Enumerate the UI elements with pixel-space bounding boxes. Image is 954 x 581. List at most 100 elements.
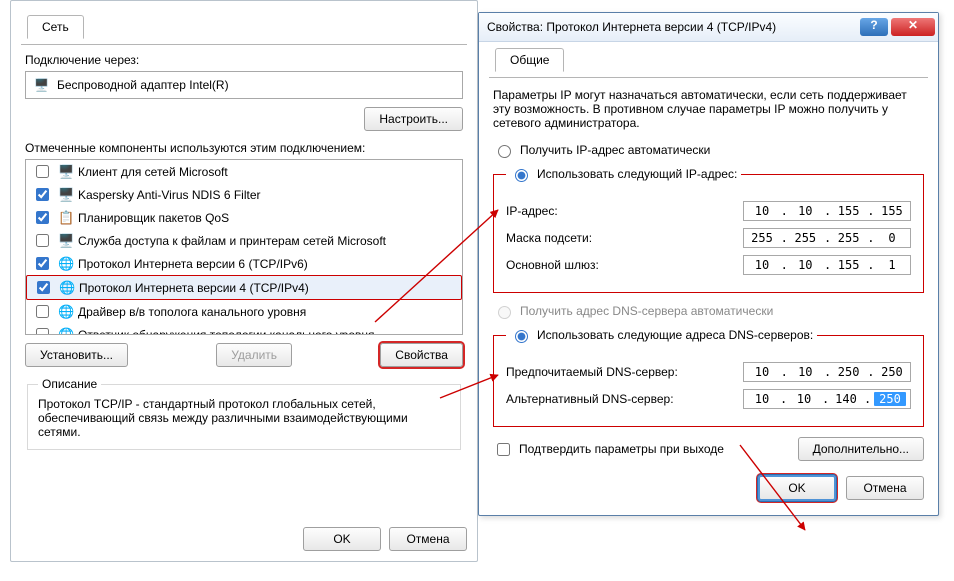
ip-oct[interactable]: 140 [832,392,860,406]
component-checkbox[interactable] [36,211,49,224]
ip-oct[interactable]: 255 [835,231,863,245]
install-button[interactable]: Установить... [25,343,128,367]
radio-auto-dns-label: Получить адрес DNS-сервера автоматически [520,304,773,318]
component-item[interactable]: 🌐 Драйвер в/в тополога канального уровня [26,300,462,323]
ipv4-footer: OK Отмена [493,475,924,501]
ip-oct[interactable]: 0 [878,231,906,245]
ip-input[interactable]: 10. 10. 155. 155 [743,201,911,221]
ip-oct[interactable]: 250 [835,365,863,379]
component-checkbox[interactable] [36,305,49,318]
properties-button[interactable]: Свойства [380,343,463,367]
advanced-button[interactable]: Дополнительно... [798,437,924,461]
dns2-input[interactable]: 10. 10. 140. 250 [743,389,911,409]
ip-oct[interactable]: 10 [791,204,819,218]
ip-oct[interactable]: 10 [748,365,776,379]
component-label: Протокол Интернета версии 6 (TCP/IPv6) [78,255,308,273]
client-icon: 🖥️ [58,232,72,250]
radio-manual-ip-input[interactable] [515,169,528,182]
component-checkbox[interactable] [36,165,49,178]
dns2-label: Альтернативный DNS-сервер: [506,392,737,406]
confirm-checkbox[interactable] [497,443,510,456]
component-checkbox[interactable] [36,328,49,335]
ip-oct[interactable]: 10 [791,258,819,272]
ip-oct[interactable]: 10 [748,258,776,272]
ip-oct[interactable]: 155 [835,204,863,218]
tabstrip-underline [489,77,928,78]
component-label: Планировщик пакетов QoS [78,209,229,227]
ip-oct[interactable]: 10 [748,392,776,406]
radio-manual-dns-input[interactable] [515,330,528,343]
gateway-label: Основной шлюз: [506,258,737,272]
gateway-row: Основной шлюз: 10. 10. 155. 1 [506,255,911,275]
component-label: Клиент для сетей Microsoft [78,163,228,181]
ip-oct[interactable]: 10 [748,204,776,218]
ipv4-cancel-button[interactable]: Отмена [846,476,924,500]
radio-auto-ip[interactable]: Получить IP-адрес автоматически [493,142,924,158]
ip-label: IP-адрес: [506,204,737,218]
component-label: Служба доступа к файлам и принтерам сете… [78,232,386,250]
description-legend: Описание [38,377,101,391]
component-item[interactable]: 🖥️ Служба доступа к файлам и принтерам с… [26,229,462,252]
ip-oct[interactable]: 10 [790,392,818,406]
dns2-row: Альтернативный DNS-сервер: 10. 10. 140. … [506,389,911,409]
component-checkbox[interactable] [37,281,50,294]
network-dialog: Сеть Подключение через: 🖥️ Беспроводной … [10,0,478,562]
net-cancel-button[interactable]: Отмена [389,527,467,551]
dns1-row: Предпочитаемый DNS-сервер: 10. 10. 250. … [506,362,911,382]
component-item[interactable]: 🖥️ Kaspersky Anti-Virus NDIS 6 Filter [26,183,462,206]
ip-oct[interactable]: 255 [748,231,776,245]
component-label: Драйвер в/в тополога канального уровня [78,303,306,321]
gateway-input[interactable]: 10. 10. 155. 1 [743,255,911,275]
component-item[interactable]: 📋 Планировщик пакетов QoS [26,206,462,229]
protocol-icon: 🌐 [58,303,72,321]
ip-row: IP-адрес: 10. 10. 155. 155 [506,201,911,221]
network-tabstrip: Сеть [21,15,467,45]
radio-manual-ip-label: Использовать следующий IP-адрес: [537,167,737,181]
radio-auto-dns: Получить адрес DNS-сервера автоматически [493,303,924,319]
component-note: Отмеченные компоненты используются этим … [25,141,463,155]
ipv4-ok-button[interactable]: OK [758,475,836,501]
adapter-box: 🖥️ Беспроводной адаптер Intel(R) [25,71,463,99]
connection-label: Подключение через: [25,53,463,67]
ip-oct[interactable]: 1 [878,258,906,272]
ip-oct[interactable]: 155 [835,258,863,272]
component-buttons: Установить... Удалить Свойства [25,343,463,367]
configure-button[interactable]: Настроить... [364,107,463,131]
radio-auto-ip-input[interactable] [498,145,511,158]
net-ok-button[interactable]: OK [303,527,381,551]
component-list[interactable]: 🖥️ Клиент для сетей Microsoft 🖥️ Kaspers… [25,159,463,335]
network-footer: OK Отмена [303,527,467,551]
ip-oct[interactable]: 250 [878,365,906,379]
help-button[interactable]: ? [860,18,888,36]
ip-oct-selected[interactable]: 250 [874,392,906,406]
component-label: Kaspersky Anti-Virus NDIS 6 Filter [78,186,261,204]
tab-general[interactable]: Общие [495,48,564,72]
remove-button: Удалить [216,343,292,367]
radio-manual-ip[interactable]: Использовать следующий IP-адрес: [510,166,737,182]
component-checkbox[interactable] [36,188,49,201]
component-item[interactable]: 🌐 Протокол Интернета версии 6 (TCP/IPv6) [26,252,462,275]
ip-oct[interactable]: 155 [878,204,906,218]
ipv4-tabstrip: Общие [489,48,928,78]
dns1-label: Предпочитаемый DNS-сервер: [506,365,737,379]
ip-oct[interactable]: 10 [791,365,819,379]
ip-oct[interactable]: 255 [791,231,819,245]
component-checkbox[interactable] [36,257,49,270]
component-item-ipv4[interactable]: 🌐 Протокол Интернета версии 4 (TCP/IPv4) [26,275,462,300]
tabstrip-underline [21,44,467,45]
protocol-icon: 🌐 [58,326,72,336]
component-checkbox[interactable] [36,234,49,247]
dns1-input[interactable]: 10. 10. 250. 250 [743,362,911,382]
close-button[interactable]: ✕ [891,18,935,36]
mask-input[interactable]: 255. 255. 255. 0 [743,228,911,248]
component-label: Протокол Интернета версии 4 (TCP/IPv4) [79,279,309,297]
schedule-icon: 📋 [58,209,72,227]
description-group: Описание Протокол TCP/IP - стандартный п… [27,377,461,450]
tab-network[interactable]: Сеть [27,15,84,39]
confirm-checkbox-row[interactable]: Подтвердить параметры при выходе [493,440,724,459]
component-item[interactable]: 🌐 Ответчик обнаружения топологии канальн… [26,323,462,335]
component-item[interactable]: 🖥️ Клиент для сетей Microsoft [26,160,462,183]
protocol-icon: 🌐 [58,255,72,273]
ipv4-titlebar[interactable]: Свойства: Протокол Интернета версии 4 (T… [479,13,938,42]
radio-manual-dns[interactable]: Использовать следующие адреса DNS-сервер… [510,327,813,343]
